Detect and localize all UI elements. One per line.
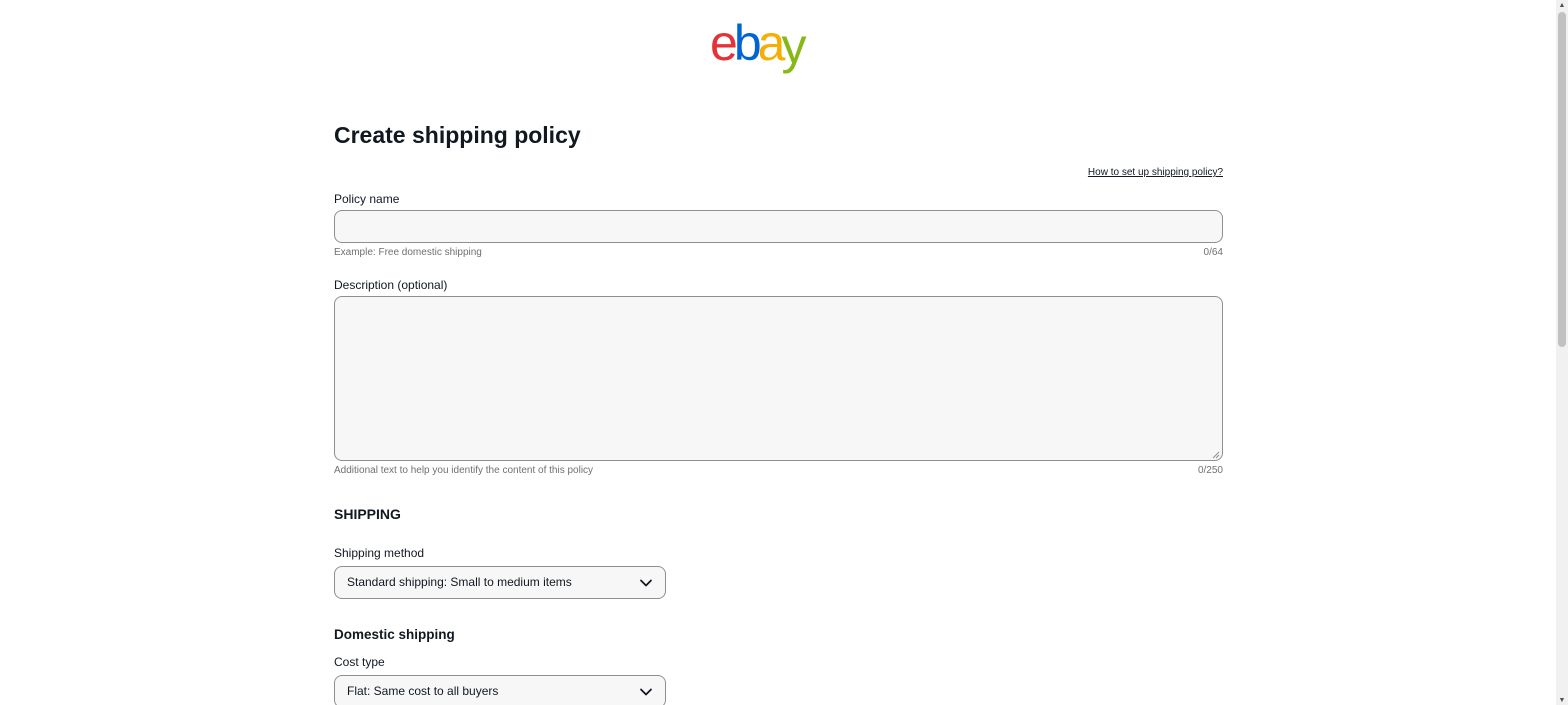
shipping-section-title: SHIPPING: [334, 506, 401, 522]
description-label: Description (optional): [334, 278, 448, 292]
description-textarea[interactable]: [334, 296, 1223, 461]
logo-letter-a: a: [757, 15, 786, 71]
shipping-method-value: Standard shipping: Small to medium items: [347, 575, 572, 589]
scroll-up-arrow-icon[interactable]: ▲: [1556, 0, 1568, 10]
domestic-shipping-title: Domestic shipping: [334, 627, 455, 642]
cost-type-label: Cost type: [334, 655, 385, 669]
vertical-scrollbar[interactable]: ▲ ▼: [1556, 0, 1568, 705]
shipping-method-label: Shipping method: [334, 546, 425, 560]
ebay-logo[interactable]: ebay: [710, 15, 806, 74]
chevron-down-icon: [640, 688, 652, 696]
scroll-down-arrow-icon[interactable]: ▼: [1556, 695, 1568, 705]
help-link[interactable]: How to set up shipping policy?: [1088, 167, 1223, 178]
page: ebay Create shipping policy How to set u…: [0, 0, 1568, 705]
resize-grip-icon[interactable]: [1212, 451, 1220, 459]
logo-letter-y: y: [781, 18, 806, 74]
policy-name-counter: 0/64: [1203, 247, 1223, 258]
description-hint: Additional text to help you identify the…: [334, 465, 594, 476]
shipping-method-select[interactable]: Standard shipping: Small to medium items: [334, 566, 666, 599]
cost-type-select[interactable]: Flat: Same cost to all buyers: [334, 675, 666, 705]
policy-name-input[interactable]: [334, 210, 1223, 243]
logo-letter-b: b: [733, 15, 762, 71]
cost-type-value: Flat: Same cost to all buyers: [347, 684, 499, 698]
policy-name-hint: Example: Free domestic shipping: [334, 247, 482, 258]
logo-letter-e: e: [710, 15, 738, 71]
page-title: Create shipping policy: [334, 122, 581, 148]
description-counter: 0/250: [1197, 465, 1223, 476]
chevron-down-icon: [640, 579, 652, 587]
scrollbar-thumb[interactable]: [1558, 12, 1566, 347]
policy-name-label: Policy name: [334, 192, 400, 206]
